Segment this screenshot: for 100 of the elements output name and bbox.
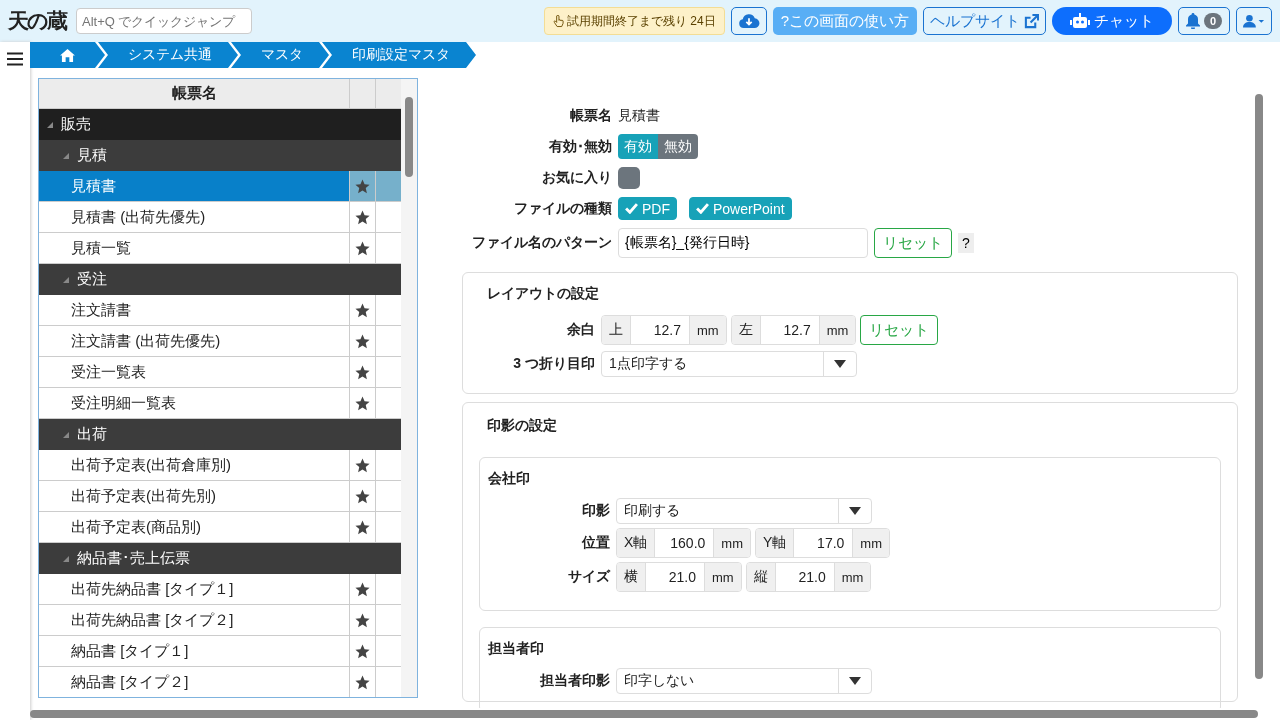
input-unit: mm: [704, 563, 741, 591]
input-unit: mm: [818, 316, 856, 344]
filename-pattern-field[interactable]: {帳票名}_{発行日時}: [618, 228, 868, 258]
field-label: 帳票名: [569, 106, 612, 125]
chat-button[interactable]: チャット: [1052, 7, 1172, 35]
user-menu-button[interactable]: [1236, 7, 1272, 35]
number-input-group[interactable]: 縦 21.0 mm: [745, 562, 872, 592]
logo[interactable]: 天の蔵: [8, 7, 66, 35]
card-title: 印影の設定: [487, 417, 558, 435]
breadcrumb-link[interactable]: 印刷設定マスタ: [322, 42, 476, 68]
input-value: 12.7: [782, 321, 812, 340]
field-label: 有効･無効: [548, 137, 612, 156]
input-unit: mm: [689, 316, 726, 344]
star-icon[interactable]: [354, 177, 371, 195]
field-label: 位置: [581, 534, 610, 552]
tree-group-label[interactable]: 見積: [77, 146, 107, 165]
field-label: 印影: [581, 502, 610, 520]
input-prefix: Y軸: [756, 529, 795, 557]
favorite-toggle[interactable]: [618, 166, 640, 189]
trial-badge: 試用期間終了まで残り 24日: [543, 7, 725, 35]
number-input-group[interactable]: 上 12.7 mm: [601, 315, 727, 345]
download-button[interactable]: [730, 7, 767, 35]
input-value: 21.0: [797, 568, 827, 587]
star-icon[interactable]: [354, 580, 371, 598]
star-icon[interactable]: [354, 456, 371, 474]
report-name-value: 見積書: [618, 106, 660, 125]
star-icon[interactable]: [354, 301, 371, 319]
check-icon: [696, 203, 709, 214]
cloud-download-icon: [737, 13, 760, 29]
tree-item[interactable]: 見積書 (出荷先優先): [39, 202, 401, 233]
field-label: ファイルの種類: [513, 199, 612, 218]
home-icon: [60, 48, 75, 62]
star-icon[interactable]: [354, 518, 371, 536]
field-label: 3 つ折り目印: [512, 355, 595, 373]
input-unit: mm: [852, 529, 890, 557]
tree-item[interactable]: 注文請書: [39, 295, 401, 326]
check-icon: [625, 203, 638, 214]
tree-group-label[interactable]: 販売: [61, 115, 91, 134]
star-icon[interactable]: [354, 208, 371, 226]
tree-item[interactable]: 出荷先納品書 [タイプ１]: [39, 574, 401, 605]
caret-icon: [849, 677, 861, 685]
column-header: 帳票名: [170, 83, 218, 103]
tree-group-label[interactable]: 出荷: [77, 425, 107, 444]
star-icon[interactable]: [354, 394, 371, 412]
quick-jump-field[interactable]: Alt+Q でクイックジャンプ: [76, 8, 252, 34]
tree-item[interactable]: 納品書 [タイプ１]: [39, 636, 401, 667]
help-button[interactable]: ?: [958, 233, 974, 253]
tree-item[interactable]: 受注一覧表: [39, 357, 401, 388]
tree-item[interactable]: 見積書: [39, 171, 401, 202]
input-unit: mm: [833, 563, 871, 591]
star-icon[interactable]: [354, 673, 371, 691]
status-toggle[interactable]: 無効: [658, 134, 698, 159]
star-icon[interactable]: [354, 642, 371, 660]
user-icon: [1243, 14, 1265, 28]
section-title: 担当者印: [488, 640, 545, 658]
expand-triangle-icon[interactable]: [63, 152, 69, 159]
breadcrumb-link[interactable]: マスタ: [231, 42, 329, 68]
select-field[interactable]: 印刷する: [616, 498, 872, 524]
number-input-group[interactable]: 横 21.0 mm: [616, 562, 742, 592]
help-site-button[interactable]: ヘルプサイト: [923, 7, 1046, 35]
expand-triangle-icon[interactable]: [63, 276, 69, 283]
breadcrumb-link[interactable]: システム共通: [98, 42, 238, 68]
select-field[interactable]: 1点印字する: [601, 351, 857, 377]
bell-icon: [1185, 13, 1200, 29]
expand-triangle-icon[interactable]: [63, 431, 69, 438]
input-prefix: X軸: [617, 529, 656, 557]
input-prefix: 縦: [746, 563, 776, 591]
input-prefix: 横: [617, 563, 646, 591]
expand-triangle-icon[interactable]: [63, 555, 69, 562]
tree-item[interactable]: 出荷予定表(出荷倉庫別): [39, 450, 401, 481]
field-label: お気に入り: [541, 168, 612, 187]
input-prefix: 左: [731, 316, 761, 344]
section-title: 会社印: [488, 470, 531, 488]
tree-group-label[interactable]: 納品書･売上伝票: [77, 549, 190, 568]
star-icon[interactable]: [354, 487, 371, 505]
breadcrumb-home[interactable]: [30, 42, 105, 68]
pointing-hand-icon: [552, 14, 564, 28]
number-input-group[interactable]: 左 12.7 mm: [730, 315, 857, 345]
scrollbar[interactable]: [401, 79, 417, 697]
select-field[interactable]: 印字しない: [616, 668, 872, 694]
star-icon[interactable]: [354, 611, 371, 629]
star-icon[interactable]: [354, 332, 371, 350]
tree-item[interactable]: 出荷先納品書 [タイプ２]: [39, 605, 401, 636]
field-label: 担当者印影: [539, 672, 610, 690]
star-icon[interactable]: [354, 363, 371, 381]
external-link-icon: [1024, 13, 1039, 29]
tree-item[interactable]: 出荷予定表(出荷先別): [39, 481, 401, 512]
notifications-button[interactable]: 0: [1178, 7, 1230, 35]
number-input-group[interactable]: Y軸 17.0 mm: [755, 528, 891, 558]
input-value: 160.0: [669, 534, 707, 553]
menu-icon[interactable]: [7, 52, 23, 66]
number-input-group[interactable]: X軸 160.0 mm: [616, 528, 751, 558]
tree-item[interactable]: 注文請書 (出荷先優先): [39, 326, 401, 357]
input-unit: mm: [713, 529, 750, 557]
caret-icon: [834, 360, 846, 368]
tree-group-label[interactable]: 受注: [77, 270, 107, 289]
expand-triangle-icon[interactable]: [47, 121, 53, 128]
robot-icon: [1070, 13, 1090, 29]
input-prefix: 上: [602, 316, 631, 344]
star-icon[interactable]: [354, 239, 371, 257]
